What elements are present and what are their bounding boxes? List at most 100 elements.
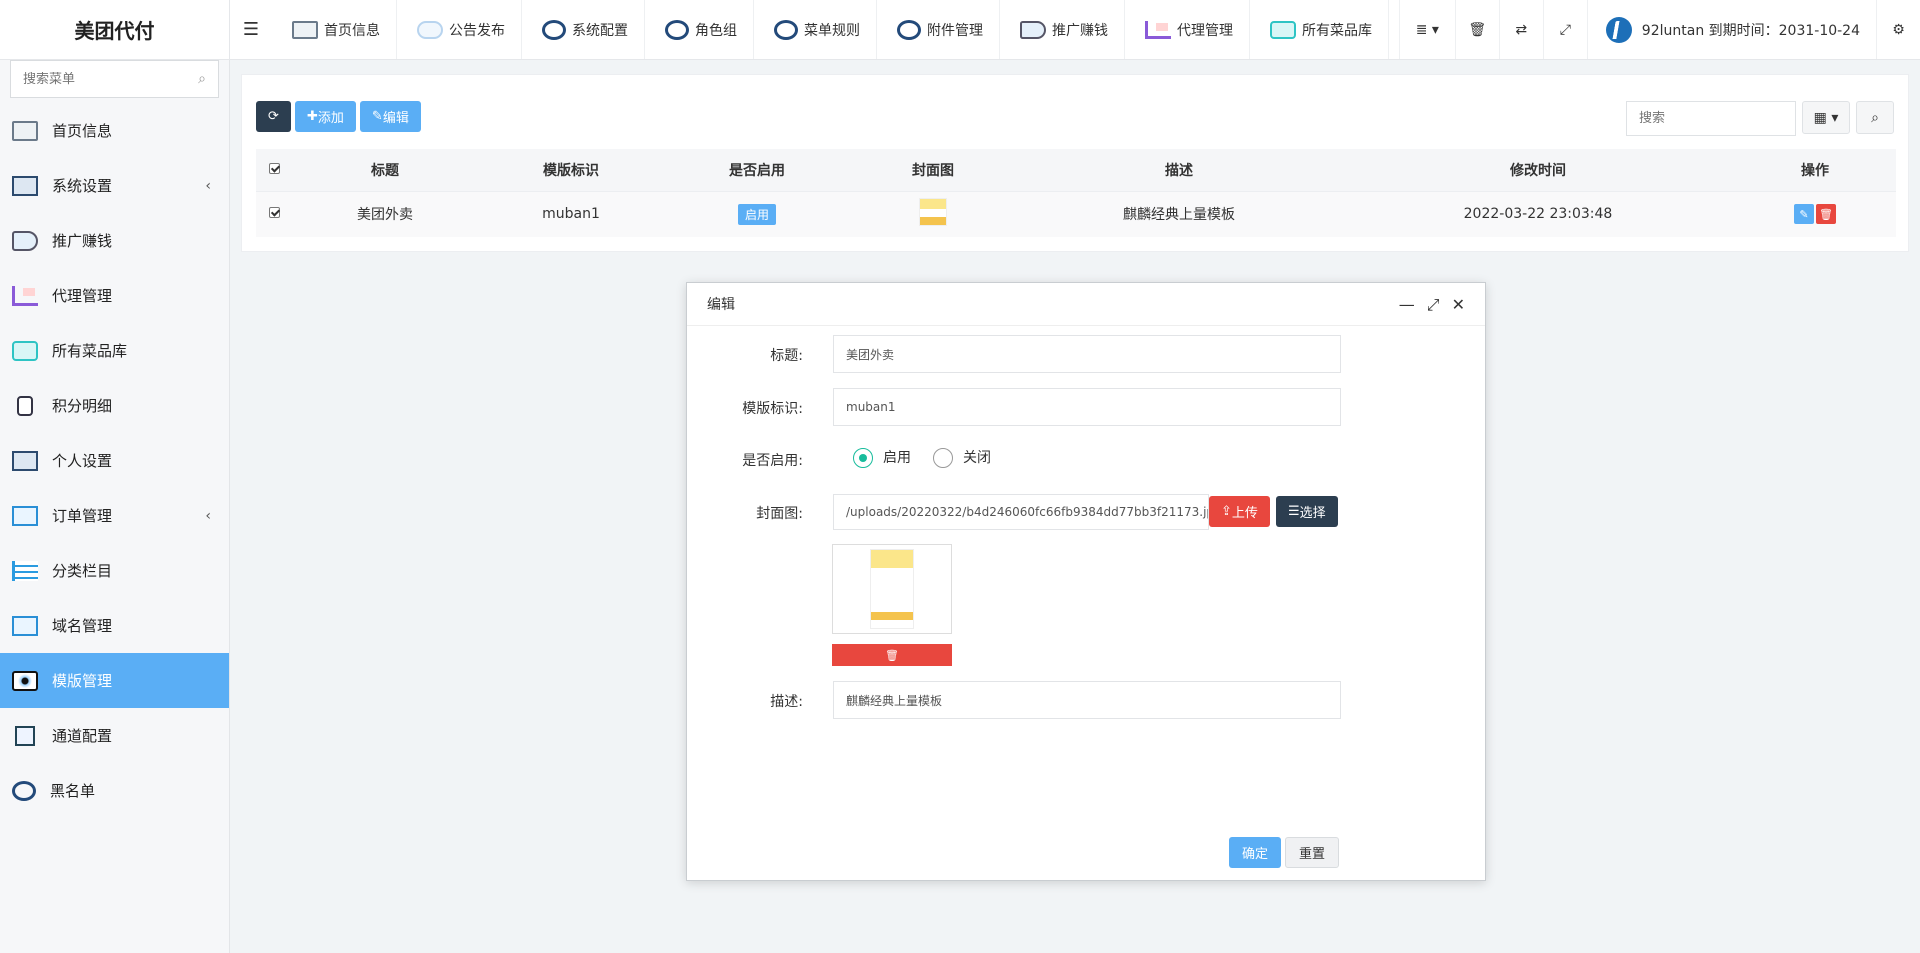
refresh-icon: ⟳ (268, 109, 279, 124)
select-all-cell[interactable] (256, 149, 292, 192)
dialog-title: 编辑 (707, 297, 735, 313)
template-table: 标题 模版标识 是否启用 封面图 描述 修改时间 操作 美团外卖 muban1 … (256, 149, 1896, 237)
col-key[interactable]: 模版标识 (478, 149, 664, 192)
table-search-button[interactable]: ⌕ (1856, 101, 1894, 134)
col-time[interactable]: 修改时间 (1342, 149, 1734, 192)
choose-button[interactable]: ☰ 选择 (1276, 496, 1338, 527)
sidebar-item-label: 所有菜品库 (52, 342, 128, 360)
sidebar-item[interactable]: 订单管理 ‹ (0, 488, 229, 543)
row-checkbox[interactable] (268, 207, 280, 219)
sidebar-item-label: 分类栏目 (52, 562, 113, 580)
edit-button[interactable]: ✎ 编辑 (359, 101, 421, 132)
dialog-footer: 确定 重置 (1228, 837, 1339, 868)
chevron-left-icon[interactable]: ‹ (205, 508, 211, 524)
col-desc[interactable]: 描述 (1016, 149, 1342, 192)
status-on-option[interactable]: 启用 (853, 447, 911, 468)
sidebar-item[interactable]: 代理管理 (0, 268, 229, 323)
cover-preview[interactable] (832, 544, 952, 634)
sidebar-item[interactable]: 推广赚钱 (0, 213, 229, 268)
ring-icon (774, 19, 798, 40)
desc-field[interactable]: 麒麟经典上量模板 (833, 681, 1341, 719)
chevron-left-icon[interactable]: ‹ (205, 178, 211, 194)
table-search-input[interactable] (1626, 101, 1796, 136)
top-nav: 首页信息 公告发布 系统配置 角色组 菜单规则 附件管理 推广赚钱 代理管理 所… (272, 0, 1389, 59)
key-field[interactable]: muban1 (833, 388, 1341, 426)
pencil-icon: ✎ (1799, 207, 1809, 221)
reset-button[interactable]: 重置 (1284, 837, 1339, 868)
top-nav-item-dishes[interactable]: 所有菜品库 (1250, 0, 1389, 59)
table-toolbar: ⟳ ✚ 添加 ✎ 编辑 (256, 101, 421, 132)
confirm-button[interactable]: 确定 (1228, 837, 1281, 868)
row-edit-button[interactable]: ✎ (1794, 204, 1814, 225)
web-icon (12, 505, 38, 526)
upload-button[interactable]: ⇪ 上传 (1209, 496, 1270, 527)
plus-icon: ✚ (307, 109, 318, 124)
top-nav-item-announcement[interactable]: 公告发布 (397, 0, 522, 59)
top-nav-item-agents[interactable]: 代理管理 (1125, 0, 1250, 59)
col-cover[interactable]: 封面图 (850, 149, 1016, 192)
top-nav-item-home[interactable]: 首页信息 (272, 0, 397, 59)
search-icon: ⌕ (1871, 109, 1879, 126)
columns-toggle-button[interactable]: ▦ ▾ (1802, 101, 1850, 134)
grid-icon: ▦ ▾ (1813, 109, 1839, 126)
sidebar-item[interactable]: 通道配置 (0, 708, 229, 763)
sidebar-item-label: 代理管理 (52, 287, 113, 305)
sidebar-item[interactable]: 个人设置 (0, 433, 229, 488)
status-off-option[interactable]: 关闭 (933, 447, 991, 468)
sidebar-search-input[interactable] (23, 71, 199, 87)
sidebar-item[interactable]: 域名管理 (0, 598, 229, 653)
table-header-row: 标题 模版标识 是否启用 封面图 描述 修改时间 操作 (256, 149, 1896, 192)
sidebar-item[interactable]: 所有菜品库 (0, 323, 229, 378)
search-icon[interactable]: ⌕ (198, 71, 206, 87)
sidebar-item[interactable]: 模版管理 (0, 653, 229, 708)
top-nav-item-promotion[interactable]: 推广赚钱 (1000, 0, 1125, 59)
user-expiry-text: 92luntan 到期时间：2031-10-24 (1641, 22, 1860, 39)
fullscreen-icon[interactable]: ⤢ (1542, 0, 1587, 59)
menu-toggle-icon[interactable]: ☰ (230, 0, 272, 59)
eye-icon (12, 670, 38, 691)
row-delete-button[interactable]: 🗑 (1816, 204, 1836, 225)
status-on-radio[interactable] (853, 448, 873, 468)
gear-icon[interactable]: ⚙ (1876, 0, 1920, 59)
cover-thumbnail[interactable] (919, 198, 947, 227)
close-icon[interactable]: ✕ (1452, 295, 1465, 315)
pencil-icon: ✎ (371, 109, 383, 124)
list-dropdown-icon[interactable]: ≣ ▾ (1398, 0, 1455, 59)
avatar (1605, 16, 1632, 43)
status-badge[interactable]: 启用 (737, 203, 776, 225)
sidebar-item[interactable]: 系统设置 ‹ (0, 158, 229, 213)
select-all-checkbox[interactable] (268, 162, 280, 174)
app-logo[interactable]: 美团代付 (0, 0, 230, 59)
col-title[interactable]: 标题 (292, 149, 478, 192)
top-nav-item-system-config[interactable]: 系统配置 (522, 0, 645, 59)
top-nav-item-roles[interactable]: 角色组 (645, 0, 754, 59)
status-off-radio[interactable] (933, 448, 953, 468)
row-desc: 麒麟经典上量模板 (1016, 191, 1342, 237)
language-icon[interactable]: ⇄ (1498, 0, 1543, 59)
sidebar-item[interactable]: 分类栏目 (0, 543, 229, 598)
top-nav-item-attachments[interactable]: 附件管理 (877, 0, 1000, 59)
window-icon (12, 175, 38, 196)
row-select-cell[interactable] (256, 191, 292, 237)
top-nav-item-menu-rules[interactable]: 菜单规则 (754, 0, 877, 59)
cover-path-field[interactable]: /uploads/20220322/b4d246060fc66fb9384dd7… (833, 494, 1209, 530)
user-menu[interactable]: 92luntan 到期时间：2031-10-24 (1586, 0, 1876, 59)
remove-cover-button[interactable]: 🗑 (832, 644, 952, 666)
title-field[interactable]: 美团外卖 (833, 335, 1341, 373)
maximize-icon[interactable]: ⤢ (1427, 295, 1440, 315)
sidebar-item[interactable]: 黑名单 (0, 763, 229, 818)
minimize-icon[interactable]: — (1399, 295, 1415, 315)
sidebar-item[interactable]: 首页信息 (0, 103, 229, 158)
sidebar-item-label: 通道配置 (52, 727, 113, 745)
refresh-button[interactable]: ⟳ (256, 101, 291, 132)
sidebar-search: ⌕ (10, 60, 219, 98)
list-icon (12, 560, 38, 581)
title-label: 标题: (770, 348, 803, 364)
sidebar-item[interactable]: 积分明细 (0, 378, 229, 433)
col-status[interactable]: 是否启用 (664, 149, 850, 192)
sidebar-item-label: 域名管理 (52, 617, 113, 635)
add-button[interactable]: ✚ 添加 (295, 101, 356, 132)
table-row[interactable]: 美团外卖 muban1 启用 麒麟经典上量模板 2022-03-22 23:03… (256, 191, 1896, 237)
sidebar-item-label: 推广赚钱 (52, 232, 113, 250)
trash-icon[interactable]: 🗑 (1454, 0, 1499, 59)
